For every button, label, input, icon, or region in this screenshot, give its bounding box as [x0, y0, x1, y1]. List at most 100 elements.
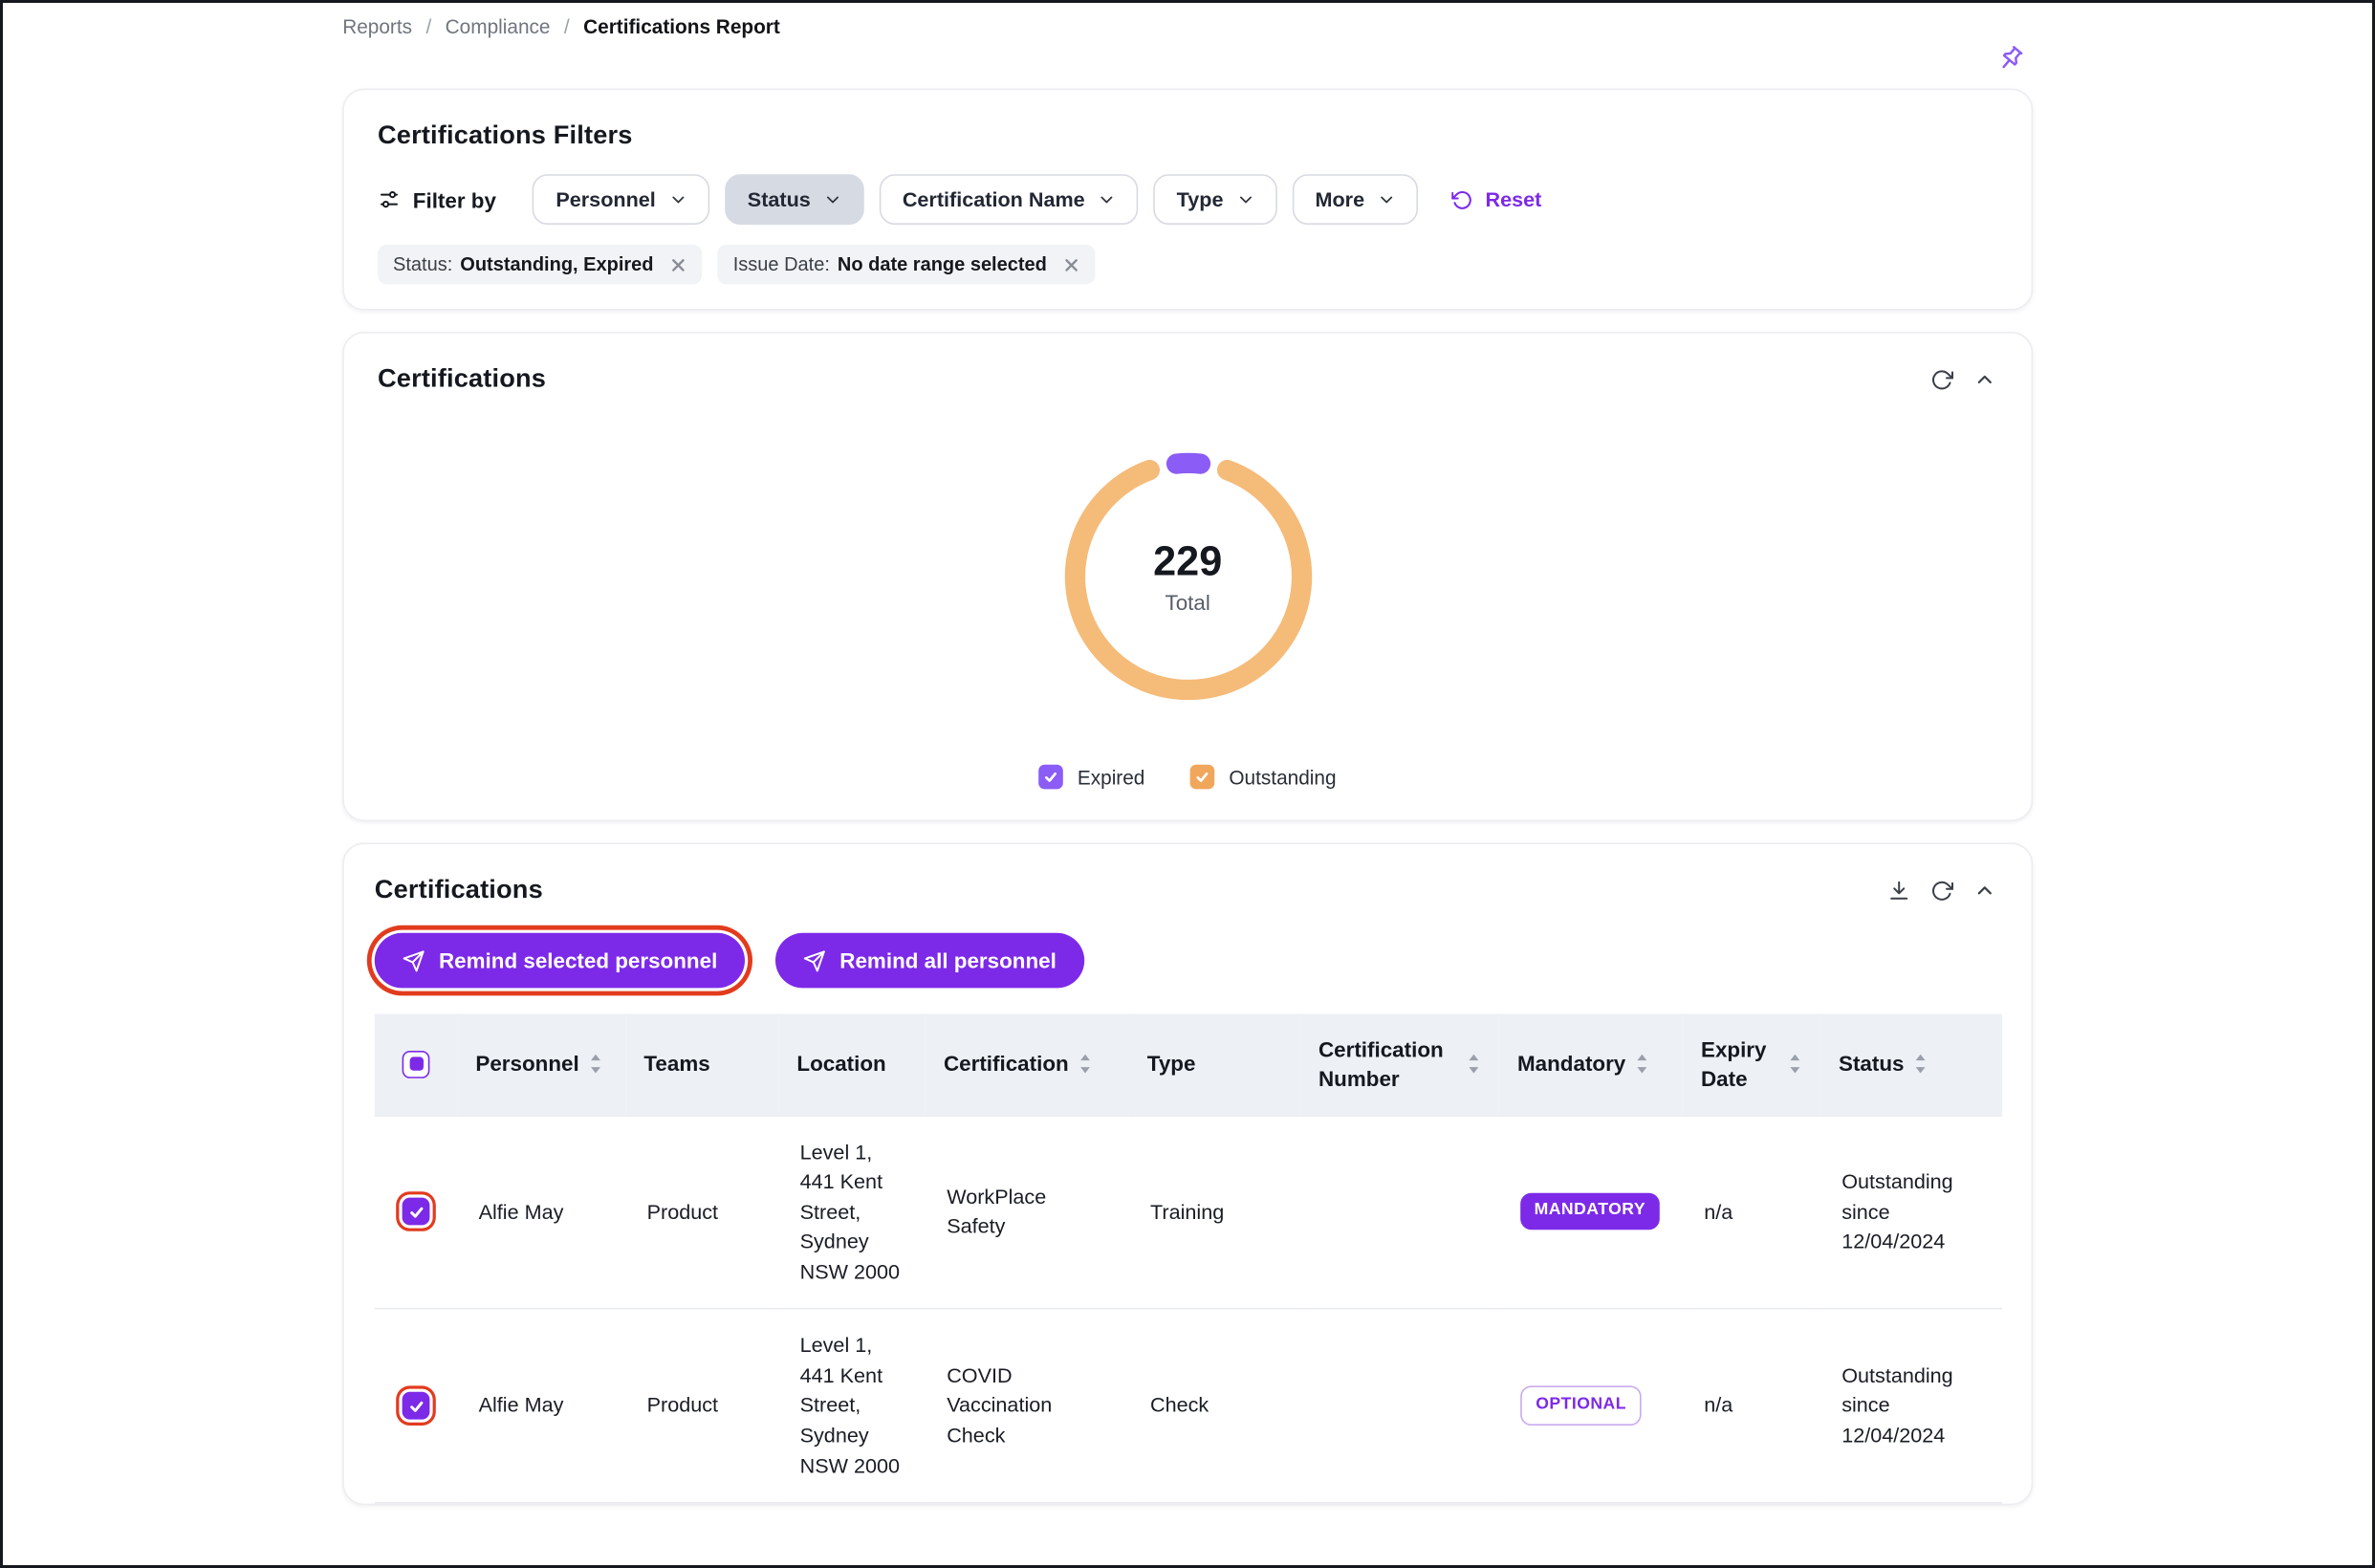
certifications-table: Personnel Teams Location Certification — [375, 1014, 2002, 1504]
sort-icon[interactable] — [1078, 1053, 1091, 1076]
download-icon[interactable] — [1886, 878, 1912, 904]
legend-item-outstanding: Outstanding — [1190, 765, 1336, 790]
sort-icon[interactable] — [588, 1053, 601, 1076]
legend-checkbox-expired[interactable] — [1039, 765, 1064, 790]
cell-type: Training — [1129, 1115, 1300, 1309]
chip-status: Status: Outstanding, Expired — [378, 245, 703, 285]
remind-selected-personnel-button[interactable]: Remind selected personnel — [375, 933, 745, 989]
chip-issue-date-close-icon[interactable] — [1063, 256, 1080, 273]
table-header-row: Personnel Teams Location Certification — [375, 1014, 2002, 1116]
chevron-down-icon — [824, 191, 841, 208]
cell-type: Check — [1129, 1309, 1300, 1503]
check-icon — [1044, 770, 1059, 785]
active-filter-chips: Status: Outstanding, Expired Issue Date:… — [378, 245, 1997, 285]
sort-icon[interactable] — [1788, 1053, 1801, 1076]
refresh-icon[interactable] — [1928, 367, 1954, 393]
cell-teams: Product — [625, 1115, 778, 1309]
dropdown-label: Personnel — [556, 188, 655, 211]
chevron-down-icon — [1099, 191, 1116, 208]
remind-buttons-row: Remind selected personnel Remind all per… — [375, 933, 2001, 989]
pin-icon[interactable] — [1994, 43, 2027, 76]
indeterminate-mark — [409, 1057, 423, 1071]
column-header-status: Status — [1820, 1014, 2002, 1116]
filters-card-title: Certifications Filters — [378, 120, 1997, 151]
optional-badge: OPTIONAL — [1520, 1386, 1642, 1426]
table-row: Alfie May Product Level 1, 441 Kent Stre… — [375, 1115, 2002, 1309]
legend-label-expired: Expired — [1078, 766, 1145, 789]
breadcrumb-separator: / — [564, 14, 570, 37]
dropdown-label: More — [1316, 188, 1365, 211]
remind-selected-label: Remind selected personnel — [439, 948, 717, 973]
column-header-personnel: Personnel — [457, 1014, 625, 1116]
cell-personnel: Alfie May — [457, 1115, 625, 1309]
chip-status-label: Status: — [393, 253, 452, 274]
collapse-chevron-up-icon[interactable] — [1972, 367, 1997, 393]
remind-all-personnel-button[interactable]: Remind all personnel — [775, 933, 1084, 989]
row-select-cell — [375, 1115, 457, 1309]
cell-teams: Product — [625, 1309, 778, 1503]
header-select-all-cell — [375, 1014, 457, 1116]
cell-location: Level 1, 441 Kent Street, Sydney NSW 200… — [778, 1309, 926, 1503]
refresh-icon[interactable] — [1928, 878, 1954, 904]
table-card-actions — [1886, 878, 1998, 904]
chart-card-title: Certifications — [378, 364, 1997, 395]
filter-dropdown-personnel[interactable]: Personnel — [533, 174, 708, 225]
chart-legend: Expired Outstanding — [378, 765, 1997, 795]
dropdown-label: Type — [1177, 188, 1224, 211]
column-header-teams: Teams — [625, 1014, 778, 1116]
app-window: Reports / Compliance / Certifications Re… — [0, 0, 2375, 1568]
chip-status-close-icon[interactable] — [670, 256, 687, 273]
select-all-checkbox[interactable] — [403, 1051, 430, 1078]
cell-certification: WorkPlace Safety — [926, 1115, 1129, 1309]
certifications-table-card: Certifications Remind selected — [342, 842, 2033, 1505]
cell-expiry-date: n/a — [1683, 1309, 1820, 1503]
column-header-certification-number: Certification Number — [1300, 1014, 1499, 1116]
reset-label: Reset — [1486, 188, 1542, 211]
cell-expiry-date: n/a — [1683, 1115, 1820, 1309]
row-checkbox-checked[interactable] — [403, 1392, 430, 1420]
filter-by-text: Filter by — [413, 187, 496, 212]
breadcrumb-reports[interactable]: Reports — [342, 14, 412, 37]
legend-item-expired: Expired — [1039, 765, 1145, 790]
cell-personnel: Alfie May — [457, 1309, 625, 1503]
filter-row: Filter by Personnel Status Certification… — [378, 174, 1997, 225]
chevron-down-icon — [669, 191, 686, 208]
certifications-chart-card: Certifications 229 — [342, 332, 2033, 821]
cell-status: Outstanding since 12/04/2024 — [1820, 1115, 2002, 1309]
chip-issue-date-value: No date range selected — [838, 253, 1047, 274]
cell-certification-number — [1300, 1115, 1499, 1309]
filter-dropdown-type[interactable]: Type — [1154, 174, 1277, 225]
send-icon — [803, 949, 826, 972]
filter-dropdown-more[interactable]: More — [1293, 174, 1419, 225]
certifications-filters-card: Certifications Filters Filter by Personn… — [342, 89, 2033, 311]
column-header-mandatory: Mandatory — [1499, 1014, 1683, 1116]
breadcrumb-compliance[interactable]: Compliance — [446, 14, 551, 37]
donut-segment-expired — [1176, 463, 1200, 464]
reset-filters-button[interactable]: Reset — [1443, 186, 1551, 212]
sort-icon[interactable] — [1467, 1053, 1480, 1076]
filter-dropdown-status[interactable]: Status — [725, 174, 864, 225]
donut-chart: 229 Total — [1042, 431, 1333, 722]
breadcrumb-current-page: Certifications Report — [583, 14, 780, 37]
legend-label-outstanding: Outstanding — [1229, 766, 1336, 789]
collapse-chevron-up-icon[interactable] — [1972, 878, 1997, 904]
row-checkbox-checked[interactable] — [403, 1198, 430, 1226]
breadcrumb: Reports / Compliance / Certifications Re… — [342, 3, 2033, 39]
cell-certification-number — [1300, 1309, 1499, 1503]
filter-by-label: Filter by — [378, 187, 496, 212]
cell-certification: COVID Vaccination Check — [926, 1309, 1129, 1503]
check-icon — [407, 1398, 425, 1415]
filter-dropdown-certification-name[interactable]: Certification Name — [880, 174, 1139, 225]
chevron-down-icon — [1379, 191, 1396, 208]
donut-chart-svg — [1042, 431, 1333, 722]
sort-icon[interactable] — [1635, 1053, 1648, 1076]
column-header-expiry-date: Expiry Date — [1683, 1014, 1820, 1116]
sort-icon[interactable] — [1913, 1053, 1927, 1076]
legend-checkbox-outstanding[interactable] — [1190, 765, 1215, 790]
chevron-down-icon — [1237, 191, 1254, 208]
dropdown-label: Status — [748, 188, 811, 211]
chart-card-actions — [1928, 367, 1997, 393]
cell-status: Outstanding since 12/04/2024 — [1820, 1309, 2002, 1503]
chip-status-value: Outstanding, Expired — [460, 253, 653, 274]
donut-segment-outstanding — [1075, 470, 1301, 690]
